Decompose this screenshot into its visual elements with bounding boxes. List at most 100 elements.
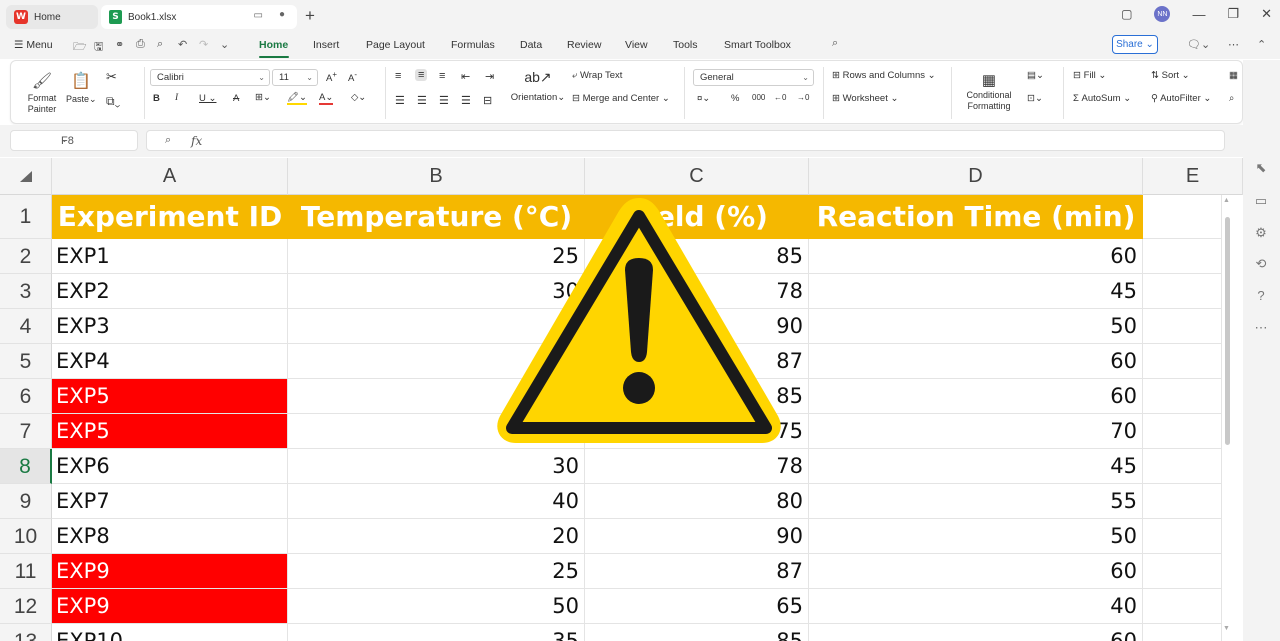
increase-font-icon[interactable]: A+ <box>326 70 337 84</box>
cut-icon[interactable]: ✂ <box>106 69 117 85</box>
fx-icon[interactable]: fx <box>191 134 202 148</box>
print-preview-icon[interactable]: ⌕ <box>157 38 163 51</box>
name-box[interactable]: F8 ⌄ <box>10 130 138 151</box>
row-header[interactable]: 10 <box>0 519 52 554</box>
empty-cell[interactable] <box>1143 624 1222 641</box>
decrease-indent-icon[interactable]: ⇤ <box>461 70 470 83</box>
empty-cell[interactable] <box>1143 554 1222 589</box>
font-color-icon[interactable]: A⌄ <box>319 92 334 105</box>
formula-input[interactable]: ⌕ fx <box>146 130 1225 151</box>
more-quick-access-icon[interactable]: ⌄ <box>220 38 229 51</box>
wrap-text-button[interactable]: ⤶ Wrap Text <box>572 70 622 81</box>
vertical-scrollbar[interactable]: ▲ ▼ <box>1222 195 1232 641</box>
orientation-button[interactable]: ab↗ Orientation⌄ <box>508 69 568 103</box>
menu-view[interactable]: View <box>625 39 648 51</box>
increase-decimal-icon[interactable]: ←0 <box>774 93 786 102</box>
row-header[interactable]: 4 <box>0 309 52 344</box>
column-header-a[interactable]: A <box>52 158 288 195</box>
empty-cell[interactable] <box>1143 414 1222 449</box>
empty-cell[interactable] <box>1143 379 1222 414</box>
menu-smart-toolbox[interactable]: Smart Toolbox <box>724 39 791 51</box>
worksheet-button[interactable]: ⊞ Worksheet ⌄ <box>832 93 898 104</box>
row-header[interactable]: 5 <box>0 344 52 379</box>
experiment-id-cell[interactable]: EXP5 <box>52 414 288 449</box>
cell-style-icon[interactable]: ▤⌄ <box>1027 70 1044 81</box>
zoom-icon[interactable]: ⌕ <box>165 134 171 147</box>
more-icon[interactable]: ⋯ <box>1251 320 1271 340</box>
empty-cell[interactable] <box>1143 589 1222 624</box>
row-header[interactable]: 12 <box>0 589 52 624</box>
font-size-select[interactable]: 11 ⌄ <box>272 69 318 86</box>
monitor-icon[interactable]: ▭ <box>254 10 263 21</box>
autosum-button[interactable]: Σ AutoSum ⌄ <box>1073 93 1131 104</box>
experiment-id-cell[interactable]: EXP5 <box>52 379 288 414</box>
menu-button[interactable]: ☰ Menu <box>14 39 53 51</box>
close-icon[interactable]: ✕ <box>1261 6 1272 22</box>
temperature-cell[interactable]: 40 <box>288 484 585 519</box>
print-icon[interactable]: ⎙ <box>136 38 145 51</box>
menu-insert[interactable]: Insert <box>313 39 339 51</box>
experiment-id-cell[interactable]: EXP6 <box>52 449 288 484</box>
yield-cell[interactable]: 85 <box>585 624 809 641</box>
reaction-time-cell[interactable]: 50 <box>809 519 1143 554</box>
experiment-id-cell[interactable]: EXP9 <box>52 554 288 589</box>
thousands-icon[interactable]: 000 <box>752 93 765 102</box>
percent-icon[interactable]: % <box>731 93 739 104</box>
empty-cell[interactable] <box>1143 239 1222 274</box>
avatar[interactable]: NN <box>1154 6 1171 22</box>
more-options-icon[interactable]: ⋯ <box>1228 38 1239 51</box>
merge-center-button[interactable]: ⊟ Merge and Center ⌄ <box>572 93 670 104</box>
empty-cell[interactable] <box>1143 449 1222 484</box>
clear-format-icon[interactable]: ◇⌄ <box>351 92 366 103</box>
font-name-select[interactable]: Calibri ⌄ <box>150 69 270 86</box>
header-cell[interactable]: Reaction Time (min) <box>809 195 1143 239</box>
select-pointer-icon[interactable]: ⬉ <box>1251 160 1271 180</box>
find-icon[interactable]: ⌕ <box>1229 93 1234 104</box>
menu-tools[interactable]: Tools <box>673 39 698 51</box>
row-header[interactable]: 13 <box>0 624 52 641</box>
experiment-id-cell[interactable]: EXP1 <box>52 239 288 274</box>
redo-icon[interactable]: ↷ <box>199 38 208 51</box>
strikethrough-button[interactable]: A <box>233 93 239 104</box>
yield-cell[interactable]: 87 <box>585 554 809 589</box>
decrease-decimal-icon[interactable]: →0 <box>797 93 809 102</box>
experiment-id-cell[interactable]: EXP7 <box>52 484 288 519</box>
column-header-b[interactable]: B <box>288 158 585 195</box>
select-all-button[interactable] <box>0 158 52 195</box>
yield-cell[interactable]: 78 <box>585 449 809 484</box>
underline-button[interactable]: U ⌄ <box>199 93 216 104</box>
conditional-formatting-button[interactable]: ▦ Conditional Formatting <box>959 71 1019 112</box>
empty-cell[interactable] <box>1143 274 1222 309</box>
menu-formulas[interactable]: Formulas <box>451 39 495 51</box>
borders-icon[interactable]: ⊞⌄ <box>255 92 271 103</box>
reaction-time-cell[interactable]: 45 <box>809 449 1143 484</box>
experiment-id-cell[interactable]: EXP2 <box>52 274 288 309</box>
reaction-time-cell[interactable]: 70 <box>809 414 1143 449</box>
empty-cell[interactable] <box>1143 344 1222 379</box>
bold-button[interactable]: B <box>153 93 160 104</box>
copy-icon[interactable]: ⧉⌄ <box>106 94 120 109</box>
row-header[interactable]: 8 <box>0 449 52 484</box>
empty-cell[interactable] <box>1143 519 1222 554</box>
fill-color-icon[interactable]: 🖍⌄ <box>287 92 308 105</box>
experiment-id-cell[interactable]: EXP3 <box>52 309 288 344</box>
currency-icon[interactable]: ¤⌄ <box>697 93 710 104</box>
sort-button[interactable]: ⇅ Sort ⌄ <box>1151 70 1190 81</box>
autofilter-button[interactable]: ⚲ AutoFilter ⌄ <box>1151 93 1211 104</box>
experiment-id-cell[interactable]: EXP8 <box>52 519 288 554</box>
header-cell[interactable]: Experiment ID <box>52 195 288 239</box>
row-header[interactable]: 6 <box>0 379 52 414</box>
format-painter-button[interactable]: 🖌 Format Painter <box>25 71 59 115</box>
experiment-id-cell[interactable]: EXP10 <box>52 624 288 641</box>
row-header[interactable]: 9 <box>0 484 52 519</box>
tab-workbook[interactable]: S Book1.xlsx ▭ ● <box>101 5 297 29</box>
menu-home[interactable]: Home <box>259 39 288 51</box>
comments-panel-icon[interactable]: ▭ <box>1251 193 1271 213</box>
yield-cell[interactable]: 65 <box>585 589 809 624</box>
column-header-c[interactable]: C <box>585 158 809 195</box>
temperature-cell[interactable]: 20 <box>288 519 585 554</box>
tab-home[interactable]: W Home <box>6 5 98 29</box>
link-icon[interactable]: ⚭ <box>115 38 124 51</box>
distributed-icon[interactable]: ⊟ <box>483 94 492 107</box>
reaction-time-cell[interactable]: 45 <box>809 274 1143 309</box>
